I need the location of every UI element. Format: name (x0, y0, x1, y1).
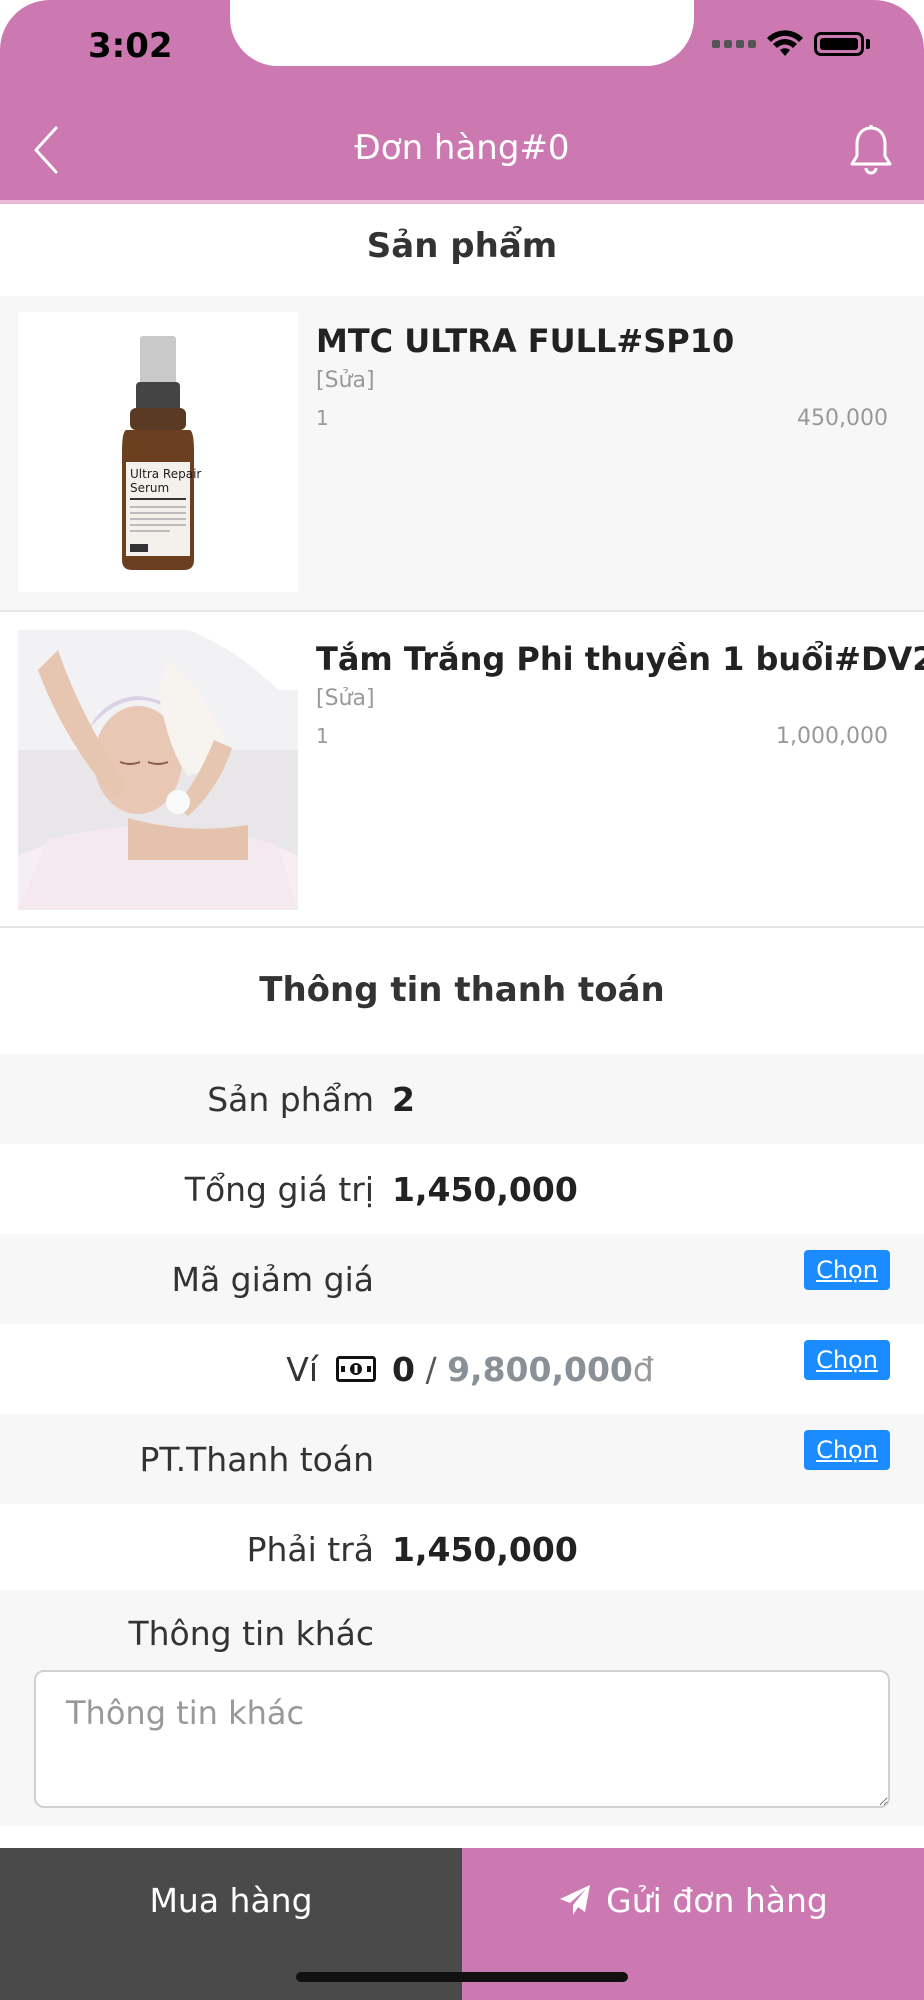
wallet-row: Ví 0 / 9,800,000đ Chọn (0, 1324, 924, 1414)
discount-label: Mã giảm giá (171, 1260, 375, 1299)
wallet-choose-button[interactable]: Chọn (804, 1340, 890, 1380)
screen: 3:02 Đơn hàng#0 Sản phẩm Ultra Repair Se… (0, 0, 924, 2000)
spa-treatment-image (18, 630, 298, 910)
amount-due-row: Phải trả 1,450,000 (0, 1504, 924, 1594)
discount-choose-button[interactable]: Chọn (804, 1250, 890, 1290)
products-count-label: Sản phẩm (207, 1080, 374, 1119)
bottle-label-line-2: Serum (130, 481, 169, 495)
page-title: Đơn hàng#0 (354, 128, 570, 168)
product-edit-link[interactable]: [Sửa] (316, 686, 375, 711)
product-image (18, 630, 298, 910)
payment-method-row: PT.Thanh toán Chọn (0, 1414, 924, 1504)
products-count-row: Sản phẩm 2 (0, 1054, 924, 1144)
total-value-row: Tổng giá trị 1,450,000 (0, 1144, 924, 1234)
product-price: 1,000,000 (776, 724, 888, 749)
products-count-value: 2 (392, 1080, 415, 1119)
wallet-label: Ví (286, 1350, 318, 1389)
battery-icon (814, 32, 864, 56)
product-card[interactable]: Tắm Trắng Phi thuyền 1 buổi#DV2 [Sửa] 1 … (0, 612, 924, 928)
amount-due-value: 1,450,000 (392, 1530, 578, 1569)
wallet-currency: đ (632, 1350, 654, 1389)
product-quantity: 1 (316, 724, 329, 748)
discount-row: Mã giảm giá Chọn (0, 1234, 924, 1324)
total-value-label: Tổng giá trị (184, 1170, 374, 1209)
total-value: 1,450,000 (392, 1170, 578, 1209)
other-info-section: Thông tin khác (0, 1590, 924, 1826)
signal-icon (712, 40, 756, 48)
wifi-icon (767, 30, 803, 56)
amount-due-label: Phải trả (246, 1530, 374, 1569)
products-section-title: Sản phẩm (366, 226, 558, 266)
product-image: Ultra Repair Serum (18, 312, 298, 592)
product-edit-link[interactable]: [Sửa] (316, 368, 375, 393)
product-price: 450,000 (797, 406, 888, 431)
product-card[interactable]: Ultra Repair Serum MTC ULTRA FULL#SP10 [… (0, 296, 924, 612)
serum-bottle-image: Ultra Repair Serum (18, 312, 298, 592)
payment-section-title: Thông tin thanh toán (259, 970, 665, 1010)
send-order-label: Gửi đơn hàng (606, 1881, 828, 1920)
money-bill-icon (336, 1356, 376, 1382)
paper-plane-icon (560, 1884, 591, 1915)
bottle-label-line-1: Ultra Repair (130, 467, 201, 481)
product-quantity: 1 (316, 406, 329, 430)
device-notch (230, 0, 694, 66)
wallet-used: 0 (392, 1350, 415, 1389)
status-time: 3:02 (88, 26, 173, 66)
other-info-label: Thông tin khác (128, 1614, 374, 1653)
home-indicator[interactable] (296, 1972, 628, 1982)
bell-icon[interactable] (848, 124, 894, 176)
wallet-separator: / (414, 1350, 448, 1389)
product-name: Tắm Trắng Phi thuyền 1 buổi#DV2 (316, 640, 924, 678)
buy-button-label: Mua hàng (149, 1881, 313, 1920)
wallet-total: 9,800,000 (447, 1350, 633, 1389)
wallet-balance: 0 / 9,800,000đ (392, 1350, 654, 1389)
status-icons (712, 30, 870, 58)
other-info-input[interactable] (34, 1670, 890, 1808)
payment-method-choose-button[interactable]: Chọn (804, 1430, 890, 1470)
header-bar: 3:02 Đơn hàng#0 (0, 0, 924, 204)
product-name: MTC ULTRA FULL#SP10 (316, 322, 735, 360)
payment-method-label: PT.Thanh toán (139, 1440, 374, 1479)
